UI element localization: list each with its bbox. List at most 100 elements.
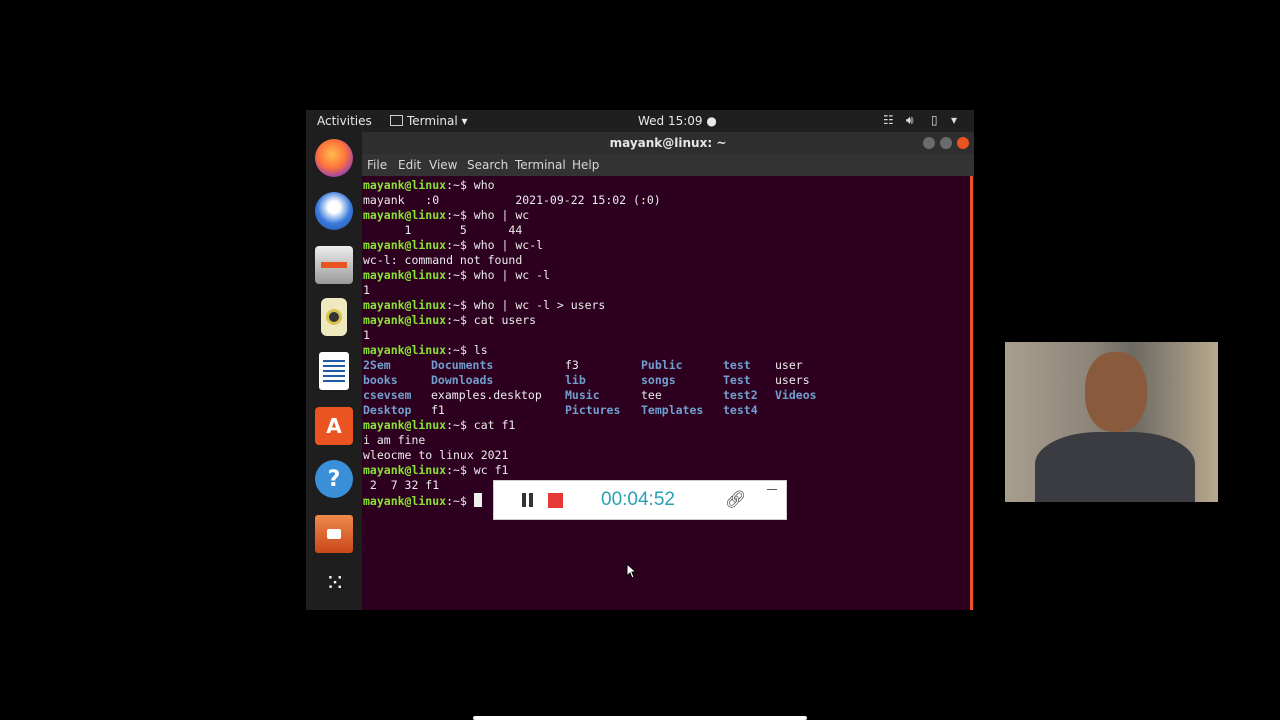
menu-view[interactable]: View xyxy=(429,158,457,172)
pause-icon-bar xyxy=(529,493,533,507)
stop-icon[interactable] xyxy=(548,493,563,508)
prompt-suffix: :~$ xyxy=(446,418,467,432)
activities-button[interactable]: Activities xyxy=(317,114,372,128)
file-entry: f1 xyxy=(431,403,445,417)
bottom-edge-bar xyxy=(473,716,807,720)
directory-entry: songs xyxy=(641,373,676,387)
dock: A ? ⁙ xyxy=(306,132,362,610)
prompt-suffix: :~$ xyxy=(446,343,467,357)
maximize-button[interactable] xyxy=(940,137,952,149)
command-text: cat users xyxy=(466,313,537,327)
apps-grid-icon[interactable]: ⁙ xyxy=(315,564,353,602)
command-line: mayank@linux:~$ cat users xyxy=(363,313,536,328)
thunderbird-icon[interactable] xyxy=(315,192,353,230)
directory-entry: books xyxy=(363,373,398,387)
directory-entry: Downloads xyxy=(431,373,494,387)
rhythmbox-icon[interactable] xyxy=(321,298,347,336)
app-menu[interactable]: Terminal ▾ xyxy=(390,114,468,128)
writer-icon[interactable] xyxy=(319,352,349,390)
scrollbar[interactable] xyxy=(970,176,973,610)
directory-entry: csevsem xyxy=(363,388,412,402)
folder-icon[interactable] xyxy=(315,515,353,553)
desktop-screen: Activities Terminal ▾ Wed 15:09 ● ☷ 🔊︎ ▯… xyxy=(306,110,974,610)
webcam-overlay xyxy=(1005,342,1218,502)
prompt-suffix: :~$ xyxy=(446,208,467,222)
system-menu-chevron-icon[interactable]: ▾ xyxy=(951,113,957,127)
directory-entry: test2 xyxy=(723,388,758,402)
minimize-button[interactable] xyxy=(923,137,935,149)
menu-terminal[interactable]: Terminal xyxy=(515,158,566,172)
close-button[interactable] xyxy=(957,137,969,149)
firefox-icon[interactable] xyxy=(315,139,353,177)
file-entry: user xyxy=(775,358,803,372)
webcam-face xyxy=(1085,352,1147,432)
prompt: mayank@linux xyxy=(363,343,447,357)
output-line: 1 5 44 xyxy=(363,223,523,237)
command-text: who | wc-l xyxy=(466,238,544,252)
file-entry: f3 xyxy=(565,358,579,372)
output-line: 1 xyxy=(363,283,370,297)
prompt: mayank@linux xyxy=(363,208,447,222)
menu-edit[interactable]: Edit xyxy=(398,158,421,172)
prompt: mayank@linux xyxy=(363,418,447,432)
help-icon[interactable]: ? xyxy=(315,460,353,498)
clock[interactable]: Wed 15:09 ● xyxy=(638,114,717,128)
title-bar[interactable]: mayank@linux: ~ xyxy=(362,132,974,154)
command-line: mayank@linux:~$ cat f1 xyxy=(363,418,515,433)
prompt: mayank@linux xyxy=(363,238,447,252)
output-line: i am fine xyxy=(363,433,426,447)
command-line: mayank@linux:~$ who | wc -l xyxy=(363,268,550,283)
command-text xyxy=(467,494,474,508)
command-text: who | wc -l xyxy=(466,268,550,282)
link-icon[interactable]: 🔗︎ xyxy=(725,490,747,510)
command-text: who xyxy=(466,178,495,192)
files-icon[interactable] xyxy=(315,246,353,284)
menu-file[interactable]: File xyxy=(367,158,387,172)
terminal-output[interactable]: mayank@linux:~$ who mayank :0 2021-09-22 … xyxy=(363,178,963,608)
webcam-body xyxy=(1035,432,1195,502)
output-line: wc-l: command not found xyxy=(363,253,523,267)
prompt: mayank@linux xyxy=(363,298,447,312)
directory-entry: Public xyxy=(641,358,683,372)
command-text: wc f1 xyxy=(466,463,509,477)
screen-recorder-toolbar: 00:04:52 🔗︎ xyxy=(493,480,787,520)
software-icon[interactable]: A xyxy=(315,407,353,445)
menu-bar: File Edit View Search Terminal Help xyxy=(362,154,974,176)
top-bar: Activities Terminal ▾ Wed 15:09 ● ☷ 🔊︎ ▯… xyxy=(306,110,974,132)
directory-entry: Music xyxy=(565,388,600,402)
directory-entry: Videos xyxy=(775,388,817,402)
file-entry: tee xyxy=(641,388,662,402)
prompt: mayank@linux xyxy=(363,494,447,508)
prompt: mayank@linux xyxy=(363,313,447,327)
command-text: ls xyxy=(466,343,488,357)
terminal-window: mayank@linux: ~ File Edit View Search Te… xyxy=(362,132,974,610)
command-text: who | wc -l > users xyxy=(466,298,606,312)
command-line: mayank@linux:~$ who | wc xyxy=(363,208,529,223)
directory-entry: 2Sem xyxy=(363,358,391,372)
app-menu-label: Terminal ▾ xyxy=(407,114,468,128)
network-icon[interactable]: ☷ xyxy=(883,113,894,127)
command-text: cat f1 xyxy=(466,418,516,432)
directory-entry: lib xyxy=(565,373,586,387)
recording-timer: 00:04:52 xyxy=(601,489,675,510)
directory-entry: Pictures xyxy=(565,403,621,417)
minimize-recorder-icon[interactable] xyxy=(767,489,777,490)
menu-help[interactable]: Help xyxy=(572,158,599,172)
command-line: mayank@linux:~$ who | wc-l xyxy=(363,238,543,253)
battery-icon[interactable]: ▯ xyxy=(931,113,938,127)
pause-icon[interactable] xyxy=(522,493,526,507)
directory-entry: test4 xyxy=(723,403,758,417)
prompt-suffix: :~$ xyxy=(446,298,467,312)
mouse-pointer-icon xyxy=(626,562,638,583)
prompt-suffix: :~$ xyxy=(446,268,467,282)
volume-icon[interactable]: 🔊︎ xyxy=(906,113,914,128)
output-line: mayank :0 2021-09-22 15:02 (:0) xyxy=(363,193,661,207)
command-text: who | wc xyxy=(466,208,530,222)
command-line: mayank@linux:~$ who xyxy=(363,178,495,193)
prompt-suffix: :~$ xyxy=(446,494,467,508)
prompt: mayank@linux xyxy=(363,178,447,192)
prompt-suffix: :~$ xyxy=(446,313,467,327)
menu-search[interactable]: Search xyxy=(467,158,508,172)
output-line: 1 xyxy=(363,328,370,342)
window-title: mayank@linux: ~ xyxy=(609,136,727,150)
